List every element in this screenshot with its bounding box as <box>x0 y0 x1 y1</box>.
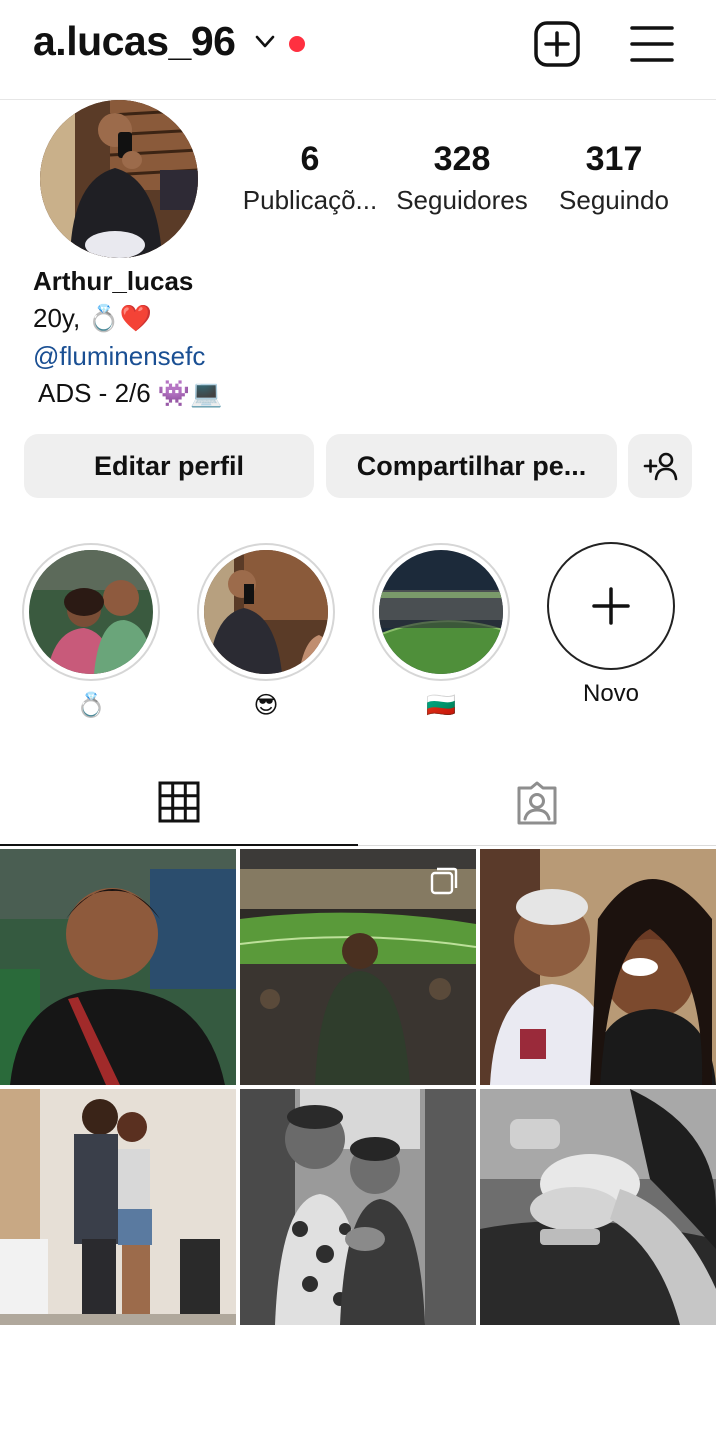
tagged-icon <box>517 781 557 825</box>
username-switcher[interactable]: a.lucas_96 <box>33 18 236 65</box>
highlight-item[interactable]: 😎 <box>197 543 335 720</box>
followers-count[interactable]: 328 Seguidores <box>390 140 534 216</box>
new-highlight-button[interactable]: Novo <box>542 542 680 708</box>
highlight-ring <box>372 543 510 681</box>
plus-icon <box>592 587 630 625</box>
highlight-item[interactable]: 🇧🇬 <box>372 543 510 720</box>
hamburger-menu-icon[interactable] <box>630 24 674 64</box>
profile-tabs <box>0 760 716 846</box>
highlight-label: 🇧🇬 <box>426 692 456 719</box>
followers-count-value: 328 <box>433 140 491 178</box>
tab-posts-grid[interactable] <box>0 760 358 846</box>
tab-tagged[interactable] <box>358 760 716 846</box>
highlight-ring <box>197 543 335 681</box>
highlight-cover <box>379 550 503 674</box>
new-post-icon[interactable] <box>533 20 581 68</box>
top-bar: a.lucas_96 <box>0 0 716 100</box>
highlight-cover <box>204 550 328 674</box>
profile-avatar[interactable] <box>40 100 198 258</box>
post-thumbnail[interactable] <box>240 849 476 1085</box>
followers-count-label: Seguidores <box>396 185 528 215</box>
posts-count-label: Publicaçõ... <box>242 185 378 215</box>
profile-display-name: Arthur_lucas <box>33 266 194 296</box>
bio-line: ADS - 2/6 👾💻 <box>38 378 223 408</box>
post-thumbnail[interactable] <box>240 1089 476 1325</box>
bio-line: 20y, 💍❤️ <box>33 303 153 333</box>
post-thumbnail[interactable] <box>0 849 236 1085</box>
highlight-cover <box>29 550 153 674</box>
highlight-label: 💍 <box>76 692 106 719</box>
post-thumbnail[interactable] <box>480 1089 716 1325</box>
highlight-label: 😎 <box>253 692 279 719</box>
discover-people-button[interactable] <box>628 434 692 498</box>
post-thumbnail[interactable] <box>0 1089 236 1325</box>
posts-count[interactable]: 6 Publicaçõ... <box>238 140 382 216</box>
edit-profile-button[interactable]: Editar perfil <box>24 434 314 498</box>
post-thumbnail[interactable] <box>480 849 716 1085</box>
posts-count-value: 6 <box>300 140 320 178</box>
new-highlight-ring <box>547 542 675 670</box>
highlight-ring <box>22 543 160 681</box>
highlight-item[interactable]: 💍 <box>22 543 160 720</box>
grid-icon <box>158 781 200 823</box>
following-count[interactable]: 317 Seguindo <box>542 140 686 216</box>
chevron-down-icon[interactable] <box>254 34 276 50</box>
bio-link[interactable]: @fluminensefc <box>33 341 205 372</box>
multiple-photos-icon <box>430 867 458 895</box>
notification-dot <box>289 36 305 52</box>
new-highlight-label: Novo <box>582 680 640 707</box>
following-count-value: 317 <box>585 140 643 178</box>
add-person-icon <box>643 452 678 481</box>
following-count-label: Seguindo <box>559 185 669 215</box>
share-profile-button[interactable]: Compartilhar pe... <box>326 434 617 498</box>
